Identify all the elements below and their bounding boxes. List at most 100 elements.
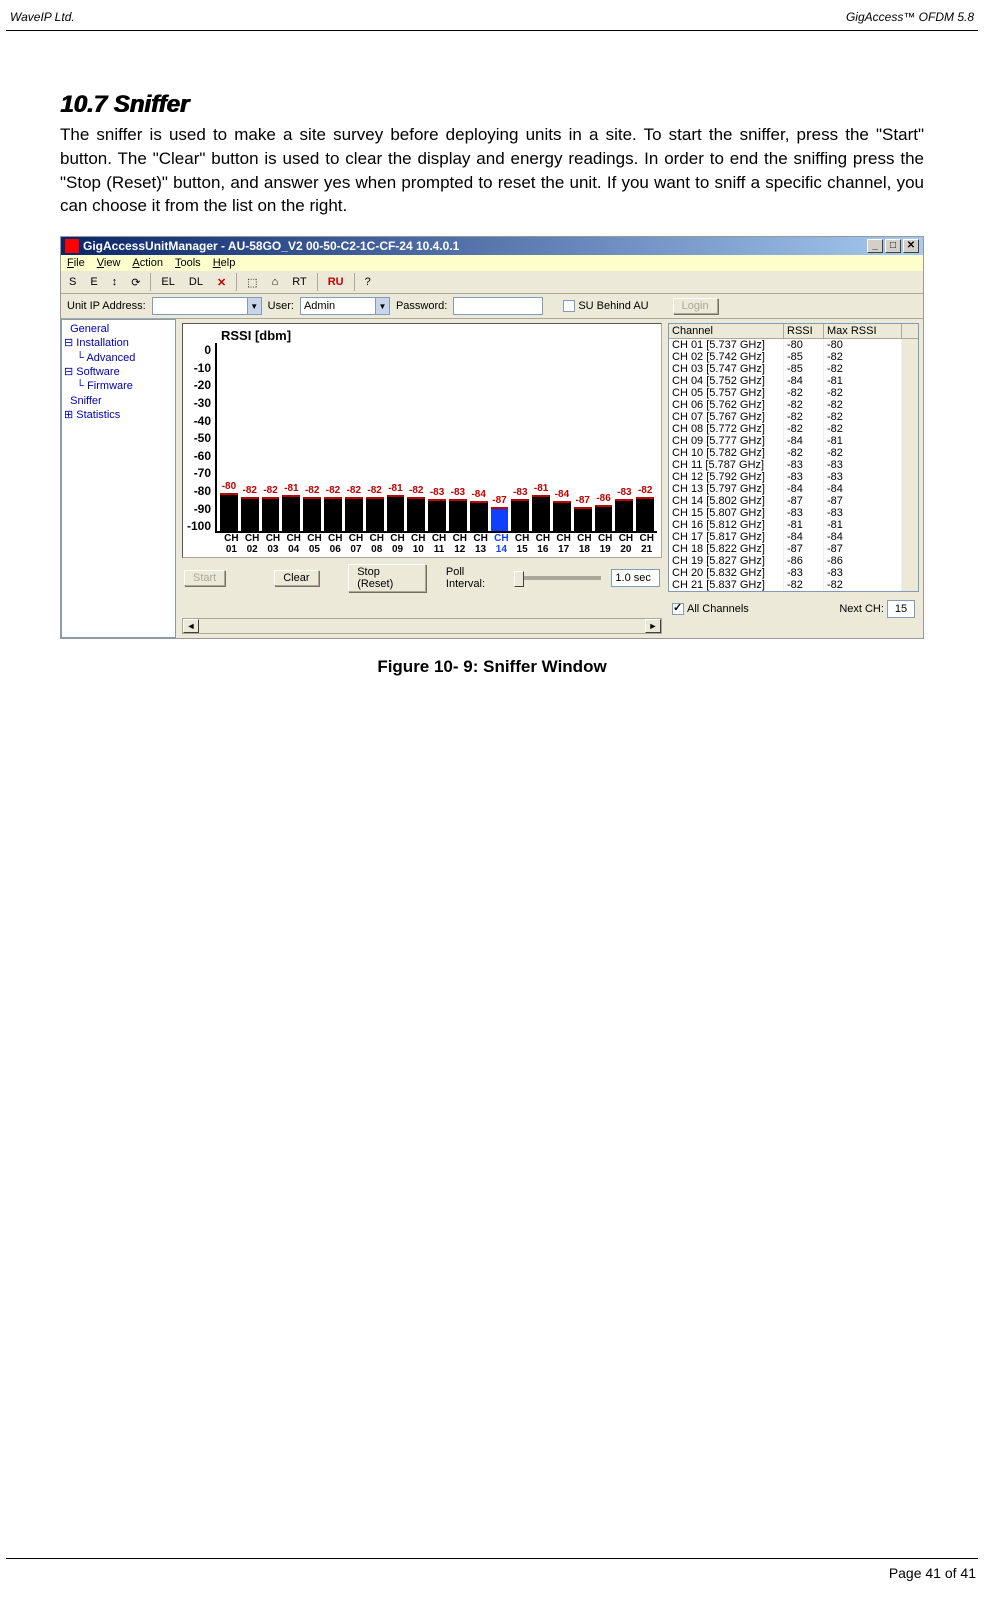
channel-table[interactable]: Channel RSSI Max RSSI CH 01 [5.737 GHz]-… xyxy=(668,323,919,592)
bar-wrap[interactable]: -81 xyxy=(531,483,551,531)
poll-interval-slider[interactable] xyxy=(514,576,601,580)
tb-dl[interactable]: DL xyxy=(185,275,207,289)
bar-wrap[interactable]: -83 xyxy=(448,487,468,531)
table-row[interactable]: CH 14 [5.802 GHz]-87-87 xyxy=(669,495,918,507)
bar[interactable] xyxy=(282,495,300,531)
table-row[interactable]: CH 09 [5.777 GHz]-84-81 xyxy=(669,435,918,447)
table-row[interactable]: CH 18 [5.822 GHz]-87-87 xyxy=(669,543,918,555)
bar[interactable] xyxy=(387,495,405,531)
menu-help[interactable]: Help xyxy=(213,257,236,269)
bar-wrap[interactable]: -82 xyxy=(344,485,364,531)
bar-wrap[interactable]: -82 xyxy=(261,485,281,531)
scroll-left-icon[interactable]: ◄ xyxy=(183,619,199,633)
table-row[interactable]: CH 02 [5.742 GHz]-85-82 xyxy=(669,351,918,363)
clear-button[interactable]: Clear xyxy=(274,570,318,586)
menu-file[interactable]: File xyxy=(67,257,85,269)
tb-home-icon[interactable]: ⌂ xyxy=(268,275,283,289)
bar-wrap[interactable]: -81 xyxy=(386,483,406,531)
table-row[interactable]: CH 03 [5.747 GHz]-85-82 xyxy=(669,363,918,375)
menu-view[interactable]: View xyxy=(97,257,121,269)
tb-delete-icon[interactable]: ✕ xyxy=(213,275,230,290)
horizontal-scrollbar[interactable]: ◄ ► xyxy=(182,618,662,634)
bar[interactable] xyxy=(428,499,446,531)
tree-item[interactable]: General xyxy=(64,322,173,336)
table-row[interactable]: CH 05 [5.757 GHz]-82-82 xyxy=(669,387,918,399)
bar-wrap[interactable]: -82 xyxy=(406,485,426,531)
bar[interactable] xyxy=(532,495,550,531)
tree-item[interactable]: ⊞ Statistics xyxy=(64,408,173,422)
table-row[interactable]: CH 20 [5.832 GHz]-83-83 xyxy=(669,567,918,579)
bar[interactable] xyxy=(324,497,342,531)
tb-rt[interactable]: RT xyxy=(288,275,310,289)
bar[interactable] xyxy=(449,499,467,531)
table-row[interactable]: CH 12 [5.792 GHz]-83-83 xyxy=(669,471,918,483)
table-row[interactable]: CH 16 [5.812 GHz]-81-81 xyxy=(669,519,918,531)
bar-wrap[interactable]: -82 xyxy=(302,485,322,531)
table-row[interactable]: CH 13 [5.797 GHz]-84-84 xyxy=(669,483,918,495)
tb-updown-icon[interactable]: ↕ xyxy=(108,275,122,289)
bar-wrap[interactable]: -87 xyxy=(573,495,593,532)
bar-wrap[interactable]: -81 xyxy=(281,483,301,531)
bar-wrap[interactable]: -83 xyxy=(614,487,634,531)
bar-wrap[interactable]: -82 xyxy=(240,485,260,531)
table-row[interactable]: CH 15 [5.807 GHz]-83-83 xyxy=(669,507,918,519)
bar-wrap[interactable]: -84 xyxy=(552,489,572,531)
bar-wrap[interactable]: -80 xyxy=(219,481,239,531)
maximize-button[interactable]: □ xyxy=(885,239,901,253)
table-row[interactable]: CH 21 [5.837 GHz]-82-82 xyxy=(669,579,918,591)
su-checkbox[interactable] xyxy=(563,300,575,312)
table-row[interactable]: CH 17 [5.817 GHz]-84-84 xyxy=(669,531,918,543)
table-row[interactable]: CH 11 [5.787 GHz]-83-83 xyxy=(669,459,918,471)
nav-tree[interactable]: General⊟ Installation └ Advanced⊟ Softwa… xyxy=(61,319,176,638)
bar[interactable] xyxy=(470,501,488,531)
tb-e[interactable]: E xyxy=(86,275,101,289)
table-row[interactable]: CH 10 [5.782 GHz]-82-82 xyxy=(669,447,918,459)
all-channels-checkbox[interactable] xyxy=(672,603,684,615)
all-channels[interactable]: All Channels xyxy=(672,603,749,615)
tree-item[interactable]: ⊟ Software xyxy=(64,365,173,379)
stop-reset-button[interactable]: Stop (Reset) xyxy=(348,564,426,592)
bar-wrap[interactable]: -84 xyxy=(469,489,489,531)
start-button[interactable]: Start xyxy=(184,570,225,586)
bar[interactable] xyxy=(636,497,654,531)
bar[interactable] xyxy=(595,505,613,532)
tb-help-icon[interactable]: ? xyxy=(361,275,375,289)
table-row[interactable]: CH 04 [5.752 GHz]-84-81 xyxy=(669,375,918,387)
menu-tools[interactable]: Tools xyxy=(175,257,201,269)
bar-wrap[interactable]: -82 xyxy=(323,485,343,531)
bar-wrap[interactable]: -82 xyxy=(365,485,385,531)
tb-refresh-icon[interactable]: ⟳ xyxy=(127,275,144,290)
tb-window-icon[interactable]: ⬚ xyxy=(243,275,261,290)
su-behind-au[interactable]: SU Behind AU xyxy=(563,300,648,312)
bar[interactable] xyxy=(345,497,363,531)
bar-wrap[interactable]: -87 xyxy=(490,495,510,532)
tb-s[interactable]: S xyxy=(65,275,80,289)
th-rssi[interactable]: RSSI xyxy=(784,324,824,338)
bar[interactable] xyxy=(303,497,321,531)
tree-item[interactable]: ⊟ Installation xyxy=(64,336,173,350)
bar[interactable] xyxy=(220,493,238,531)
th-channel[interactable]: Channel xyxy=(669,324,784,338)
bar[interactable] xyxy=(511,499,529,531)
minimize-button[interactable]: _ xyxy=(867,239,883,253)
titlebar[interactable]: GigAccessUnitManager - AU-58GO_V2 00-50-… xyxy=(61,237,923,255)
bar-wrap[interactable]: -82 xyxy=(635,485,655,531)
user-combo[interactable]: Admin▼ xyxy=(300,297,390,315)
menu-action[interactable]: Action xyxy=(132,257,163,269)
tb-el[interactable]: EL xyxy=(157,275,178,289)
bar-wrap[interactable]: -83 xyxy=(427,487,447,531)
bar[interactable] xyxy=(615,499,633,531)
bar[interactable] xyxy=(574,507,592,532)
tree-item[interactable]: Sniffer xyxy=(64,394,173,408)
bar[interactable] xyxy=(262,497,280,531)
bar[interactable] xyxy=(241,497,259,531)
login-button[interactable]: Login xyxy=(673,298,718,314)
next-ch-input[interactable]: 15 xyxy=(887,600,915,618)
bar[interactable] xyxy=(553,501,571,531)
table-row[interactable]: CH 19 [5.827 GHz]-86-86 xyxy=(669,555,918,567)
th-maxrssi[interactable]: Max RSSI xyxy=(824,324,902,338)
close-button[interactable]: ✕ xyxy=(903,239,919,253)
bar[interactable] xyxy=(491,507,509,532)
scroll-right-icon[interactable]: ► xyxy=(645,619,661,633)
bar[interactable] xyxy=(407,497,425,531)
